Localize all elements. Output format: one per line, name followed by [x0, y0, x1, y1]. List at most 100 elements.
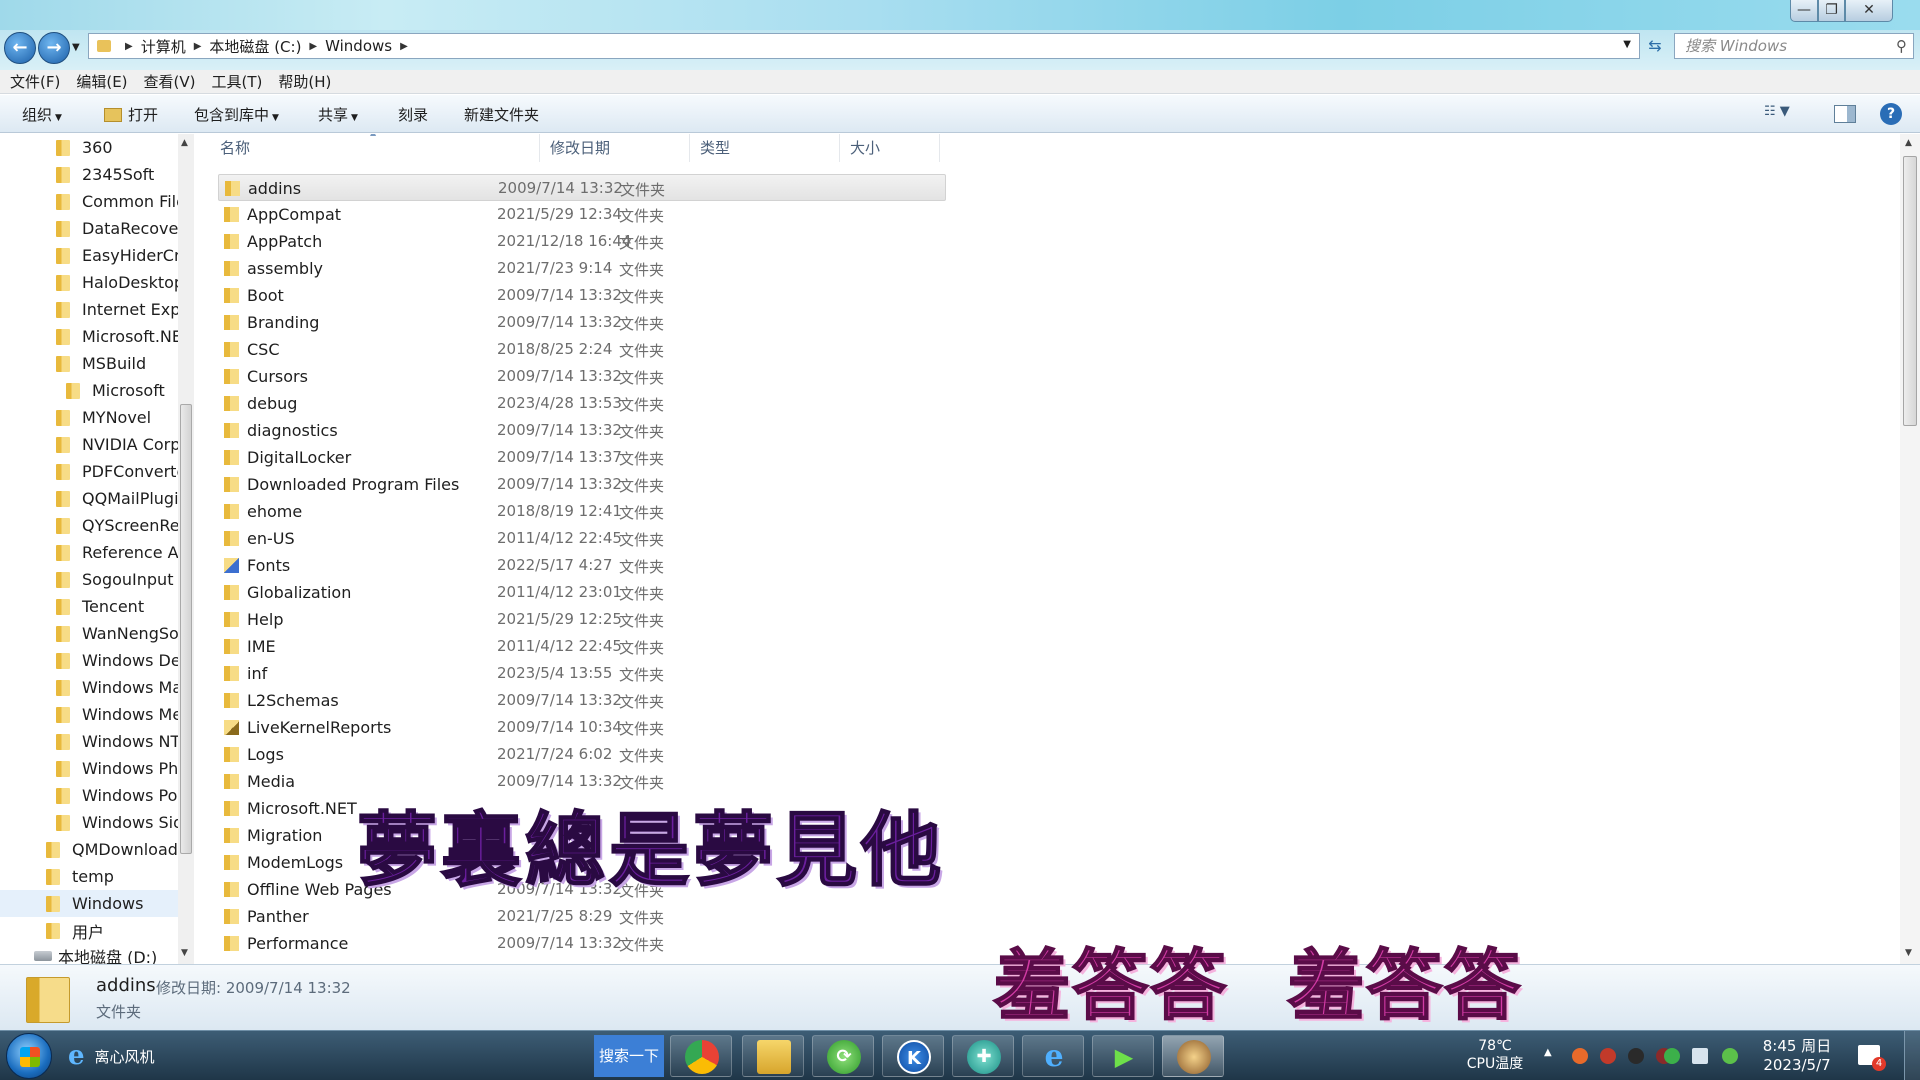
scroll-up-arrow-icon[interactable]: ▲ [181, 138, 188, 148]
nav-item-mynovel[interactable]: MYNovel [0, 404, 178, 431]
security-tray-icon[interactable] [1664, 1048, 1680, 1064]
chevron-right-icon[interactable]: ▶ [400, 41, 408, 52]
nav-item-tencent[interactable]: Tencent [0, 593, 178, 620]
menu-edit[interactable]: 编辑(E) [76, 71, 127, 92]
scroll-down-arrow-icon[interactable]: ▼ [1905, 948, 1912, 958]
nav-item-windows[interactable]: Windows [0, 890, 178, 917]
include-in-library-button[interactable]: 包含到库中 ▼ [194, 104, 279, 125]
nav-item-internet-explorer[interactable]: Internet Explorer [0, 296, 178, 323]
notification-icon[interactable]: 4 [1858, 1045, 1886, 1071]
chevron-right-icon[interactable]: ▶ [125, 41, 133, 52]
show-hidden-icons-icon[interactable]: ▲ [1544, 1047, 1552, 1058]
file-row[interactable]: addins 2009/7/14 13:32 文件夹 [218, 174, 946, 201]
preview-pane-icon[interactable] [1834, 105, 1856, 123]
column-header-modified[interactable]: 修改日期 [540, 134, 690, 162]
taskbar-media-player[interactable]: ▶ [1092, 1035, 1154, 1077]
file-row[interactable]: diagnostics 2009/7/14 13:32 文件夹 [218, 417, 946, 444]
qq-tray-icon[interactable] [1572, 1048, 1588, 1064]
open-button[interactable]: 打开 [104, 104, 158, 125]
file-row[interactable]: Boot 2009/7/14 13:32 文件夹 [218, 282, 946, 309]
search-icon[interactable]: ⚲ [1896, 34, 1907, 58]
burn-button[interactable]: 刻录 [398, 104, 428, 125]
refresh-icon[interactable]: ⇆ [1642, 33, 1668, 59]
start-button[interactable] [6, 1033, 52, 1079]
scrollbar-thumb[interactable] [1903, 156, 1917, 426]
taskbar-ie-window[interactable]: e 离心风机 [68, 1039, 155, 1073]
nav-item-wannengsoft[interactable]: WanNengSoft [0, 620, 178, 647]
file-list-scrollbar[interactable]: ▲ ▼ [1900, 134, 1920, 964]
maximize-button[interactable]: ❐ [1818, 0, 1845, 22]
taskbar-app-teal[interactable]: ✚ [952, 1035, 1014, 1077]
help-icon[interactable]: ? [1880, 103, 1902, 125]
breadcrumb-computer[interactable]: 计算机 [141, 36, 186, 57]
network-tray-icon[interactable] [1692, 1048, 1708, 1064]
file-row[interactable]: ehome 2018/8/19 12:41 文件夹 [218, 498, 946, 525]
file-row[interactable]: Performance 2009/7/14 13:32 文件夹 [218, 930, 946, 957]
nav-item-qmdownload[interactable]: QMDownload [0, 836, 178, 863]
nav-item-windows-nt[interactable]: Windows NT [0, 728, 178, 755]
file-row[interactable]: inf 2023/5/4 13:55 文件夹 [218, 660, 946, 687]
file-row[interactable]: IME 2011/4/12 22:45 文件夹 [218, 633, 946, 660]
menu-view[interactable]: 查看(V) [144, 71, 196, 92]
chevron-right-icon[interactable]: ▶ [194, 41, 202, 52]
file-row[interactable]: Fonts 2022/5/17 4:27 文件夹 [218, 552, 946, 579]
file-row[interactable]: Logs 2021/7/24 6:02 文件夹 [218, 741, 946, 768]
column-header-size[interactable]: 大小 [840, 134, 940, 162]
address-bar[interactable]: ▶ 计算机 ▶ 本地磁盘 (C:) ▶ Windows ▶ ▼ [88, 33, 1640, 59]
minimize-button[interactable]: — [1790, 0, 1818, 22]
file-row[interactable]: CSC 2018/8/25 2:24 文件夹 [218, 336, 946, 363]
breadcrumb-windows[interactable]: Windows [325, 37, 392, 55]
file-row[interactable]: assembly 2021/7/23 9:14 文件夹 [218, 255, 946, 282]
taskbar-app-active[interactable] [1162, 1035, 1224, 1077]
scrollbar-thumb[interactable] [180, 404, 192, 854]
nav-item-2345soft[interactable]: 2345Soft [0, 161, 178, 188]
nav-item-common-files[interactable]: Common Files [0, 188, 178, 215]
navigation-scrollbar[interactable]: ▲ ▼ [178, 134, 194, 964]
nav-item-microsoft[interactable]: Microsoft [0, 377, 178, 404]
nav-item-drive-d[interactable]: 本地磁盘 (D:) [0, 942, 178, 964]
taskbar-clock[interactable]: 8:45 周日 2023/5/7 [1752, 1037, 1842, 1075]
nav-item-microsoft-net[interactable]: Microsoft.NET [0, 323, 178, 350]
file-row[interactable]: Panther 2021/7/25 8:29 文件夹 [218, 903, 946, 930]
file-row[interactable]: Downloaded Program Files 2009/7/14 13:32 文… [218, 471, 946, 498]
view-options-icon[interactable]: ☷ ▼ [1764, 104, 1790, 119]
file-row[interactable]: AppCompat 2021/5/29 12:34 文件夹 [218, 201, 946, 228]
nav-item-windows-sidebar[interactable]: Windows Sidebar [0, 809, 178, 836]
nav-item-windows-mail[interactable]: Windows Mail [0, 674, 178, 701]
taskbar-app-green[interactable]: ⟳ [812, 1035, 874, 1077]
file-row[interactable]: Globalization 2011/4/12 23:01 文件夹 [218, 579, 946, 606]
app-tray-icon[interactable] [1600, 1048, 1616, 1064]
file-row[interactable]: AppPatch 2021/12/18 16:44 文件夹 [218, 228, 946, 255]
menu-file[interactable]: 文件(F) [10, 71, 60, 92]
address-history-dropdown[interactable]: ▼ [1623, 39, 1631, 50]
nav-item-halodesktop[interactable]: HaloDesktop [0, 269, 178, 296]
taskbar-search-button[interactable]: 搜索一下 [594, 1035, 664, 1077]
sync-tray-icon[interactable] [1722, 1048, 1738, 1064]
cpu-temperature[interactable]: 78℃ CPU温度 [1460, 1037, 1530, 1073]
taskbar-ie[interactable]: e [1022, 1035, 1084, 1077]
scroll-up-arrow-icon[interactable]: ▲ [1905, 138, 1912, 148]
file-row[interactable]: Help 2021/5/29 12:25 文件夹 [218, 606, 946, 633]
show-desktop-button[interactable] [1904, 1031, 1920, 1080]
nav-item-msbuild[interactable]: MSBuild [0, 350, 178, 377]
nav-item-pdfconverter[interactable]: PDFConverter [0, 458, 178, 485]
organize-button[interactable]: 组织 ▼ [22, 104, 62, 125]
nav-item-windows-media-player[interactable]: Windows Media Player [0, 701, 178, 728]
nav-item-users[interactable]: 用户 [0, 917, 178, 944]
nav-item-windows-portable-devices[interactable]: Windows Portable Devices [0, 782, 178, 809]
new-folder-button[interactable]: 新建文件夹 [464, 104, 539, 125]
share-button[interactable]: 共享 ▼ [318, 104, 358, 125]
column-header-type[interactable]: 类型 [690, 134, 840, 162]
menu-help[interactable]: 帮助(H) [278, 71, 331, 92]
nav-item-easyhidercrack[interactable]: EasyHiderCrack [0, 242, 178, 269]
close-button[interactable]: ✕ [1845, 0, 1893, 22]
taskbar-chrome[interactable] [670, 1035, 732, 1077]
breadcrumb-drive-c[interactable]: 本地磁盘 (C:) [209, 36, 301, 57]
taskbar-explorer[interactable] [742, 1035, 804, 1077]
nav-item-datarecovery[interactable]: DataRecovery [0, 215, 178, 242]
nav-item-360[interactable]: 360 [0, 134, 178, 161]
menu-tools[interactable]: 工具(T) [212, 71, 263, 92]
chevron-right-icon[interactable]: ▶ [309, 41, 317, 52]
taskbar-app-k[interactable]: K [882, 1035, 944, 1077]
file-row[interactable]: Branding 2009/7/14 13:32 文件夹 [218, 309, 946, 336]
